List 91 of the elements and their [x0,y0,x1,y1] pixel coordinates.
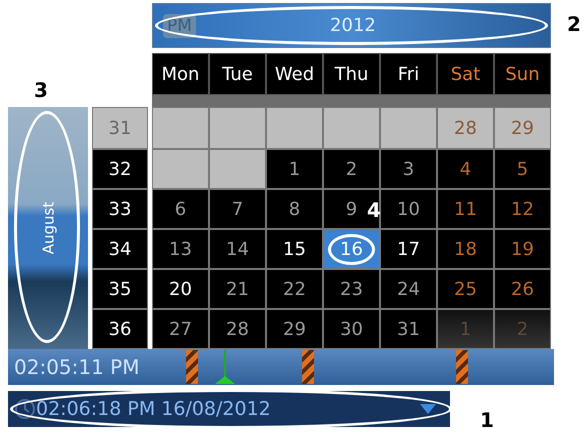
day-cell[interactable]: 2 [323,149,380,189]
day-number: 27 [169,318,192,340]
striped-marker-icon [302,350,314,384]
day-number: 21 [226,278,249,300]
day-cell[interactable]: 31 [380,309,437,349]
weekday-header: Fri [380,53,437,95]
day-cell[interactable]: 19 [494,229,551,269]
callout-number: 4 [367,198,381,222]
day-number: 23 [340,278,363,300]
caret-icon[interactable] [420,404,436,414]
day-cell[interactable]: 6 [152,189,209,229]
day-number: 26 [511,278,534,300]
week-number: 35 [92,269,148,309]
day-number: 22 [283,278,306,300]
day-cell[interactable]: 20 [152,269,209,309]
day-cell[interactable]: 13 [152,229,209,269]
day-cell[interactable]: 24 [380,269,437,309]
day-cell[interactable]: 27 [152,309,209,349]
year-label: 2012 [329,15,377,36]
date-time-field[interactable]: 02:06:18 PM 16/08/2012 [8,391,450,427]
callout-number: 2 [567,12,581,36]
day-number: 28 [454,118,477,138]
day-cell[interactable]: 28 [209,309,266,349]
day-cell[interactable]: 1 [266,149,323,189]
day-number: 17 [397,238,420,260]
day-cell[interactable]: 15 [266,229,323,269]
day-number: 29 [511,118,534,138]
day-cell[interactable]: 12 [494,189,551,229]
day-number: 31 [397,318,420,340]
month-label: August [39,202,57,254]
day-cell[interactable]: 25 [437,269,494,309]
day-number: 12 [511,198,534,220]
day-number: 14 [226,238,249,260]
day-number: 1 [288,158,300,180]
day-cell[interactable]: 30 [323,309,380,349]
day-number: 1 [460,318,472,340]
weekday-header: Thu [323,53,380,95]
day-cell[interactable]: 17 [380,229,437,269]
day-cell[interactable]: 8 [266,189,323,229]
day-number: 25 [454,278,477,300]
day-number: 18 [454,238,477,260]
day-number: 15 [283,238,306,260]
weekday-header: Mon [152,53,209,95]
day-cell[interactable]: 29 [266,309,323,349]
day-number: 30 [340,318,363,340]
day-number: 5 [516,158,528,180]
day-number: 8 [288,198,300,220]
day-cell[interactable]: 10 [380,189,437,229]
day-cell[interactable]: 26 [494,269,551,309]
callout-number: 1 [480,408,494,432]
striped-marker-icon [456,350,468,384]
week-number: 34 [92,229,148,269]
weekday-header: Sat [437,53,494,95]
day-number: 4 [460,158,472,180]
day-number: 6 [174,198,186,220]
day-number: 24 [397,278,420,300]
day-cell[interactable]: 3 [380,149,437,189]
week-number: 32 [92,149,148,189]
time-label: 02:05:11 PM [14,355,140,379]
day-number: 2 [516,318,528,340]
day-cell[interactable]: 21 [209,269,266,309]
day-cell[interactable]: 14 [209,229,266,269]
day-number: 2 [346,158,358,180]
day-number: 9 [346,198,358,220]
callout-number: 3 [34,78,48,102]
clock-icon [14,398,36,420]
weekday-header: Sun [494,53,551,95]
day-number: 13 [169,238,192,260]
day-number: 19 [511,238,534,260]
day-cell[interactable]: 18 [437,229,494,269]
day-number: 7 [232,198,244,220]
day-cell[interactable]: 4 [437,149,494,189]
week-number: 36 [92,309,148,349]
week-number: 31 [92,107,148,149]
day-cell[interactable]: 22 [266,269,323,309]
day-number: 11 [454,198,477,220]
weekday-header: Wed [266,53,323,95]
weekday-header: Tue [209,53,266,95]
day-cell[interactable]: 11 [437,189,494,229]
striped-marker-icon [186,350,198,384]
day-number: 20 [169,278,192,300]
week-number: 33 [92,189,148,229]
day-number: 29 [283,318,306,340]
day-number: 10 [397,198,420,220]
day-cell[interactable]: 5 [494,149,551,189]
day-cell[interactable]: 23 [323,269,380,309]
month-selector[interactable]: August [8,107,88,349]
day-number: 3 [402,158,414,180]
date-time-value: 02:06:18 PM 16/08/2012 [36,398,272,420]
day-number: 28 [226,318,249,340]
day-cell[interactable]: 7 [209,189,266,229]
